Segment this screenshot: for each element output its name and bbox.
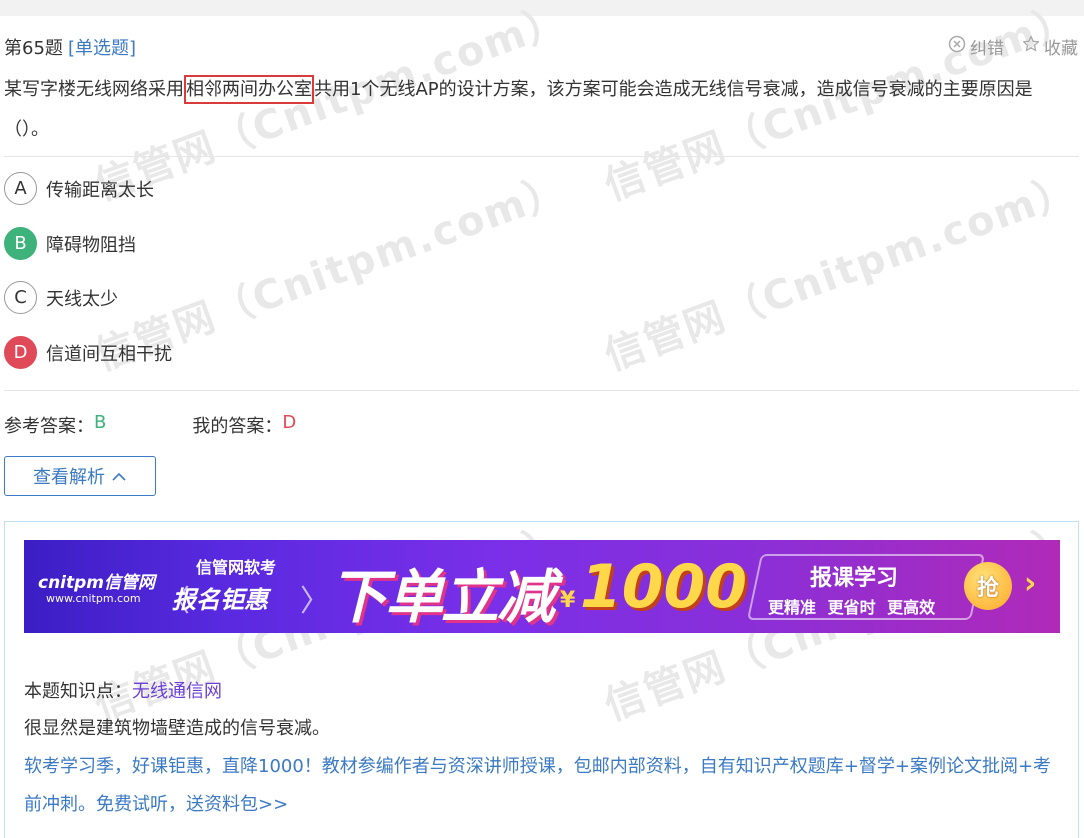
option-d[interactable]: D 信道间互相干扰 xyxy=(4,336,172,369)
option-c[interactable]: C 天线太少 xyxy=(4,281,118,314)
divider xyxy=(4,156,1079,157)
stem-highlight: 相邻两间办公室 xyxy=(184,75,314,104)
banner-url: www.cnitpm.com xyxy=(46,592,141,605)
banner-headline: 下单立减 xyxy=(329,563,555,631)
favorite-button[interactable]: 收藏 xyxy=(1022,34,1078,59)
banner-bracket-right-icon: 〉 xyxy=(300,584,330,619)
banner-grab-button[interactable]: 抢 xyxy=(964,562,1012,610)
explanation-text: 很显然是建筑物墙壁造成的信号衰减。 xyxy=(24,718,330,739)
report-error-button[interactable]: 纠错 xyxy=(948,34,1004,59)
option-a[interactable]: A 传输距离太长 xyxy=(4,172,154,205)
reference-answer-value: B xyxy=(94,412,107,433)
option-text: 信道间互相干扰 xyxy=(46,343,172,365)
my-answer-label: 我的答案： xyxy=(192,416,283,437)
report-error-label: 纠错 xyxy=(970,39,1004,59)
option-text: 障碍物阻挡 xyxy=(46,234,136,256)
report-error-icon xyxy=(948,35,966,58)
option-letter: A xyxy=(4,172,37,205)
question-header: 第65题 [单选题] 纠错 收藏 xyxy=(0,16,1084,74)
question-card: 第65题 [单选题] 纠错 收藏 某写字楼无线网络采用 相邻两间办公室 共用1个无线… xyxy=(0,16,1084,838)
question-type: [单选题] xyxy=(68,38,137,59)
knowledge-point-label: 本题知识点： xyxy=(24,681,132,702)
reference-answer-label: 参考答案： xyxy=(4,416,94,437)
my-answer-value: D xyxy=(282,412,297,433)
view-analysis-button[interactable]: 查看解析 xyxy=(4,456,156,496)
question-number: 第65题 xyxy=(4,38,63,59)
option-letter: C xyxy=(4,281,37,314)
banner-logo: cnitpm信管网 xyxy=(38,573,156,593)
favorite-label: 收藏 xyxy=(1044,39,1078,59)
knowledge-point-link[interactable]: 无线通信网 xyxy=(132,681,222,702)
option-text: 天线太少 xyxy=(46,288,118,310)
top-strip xyxy=(0,0,1084,16)
divider xyxy=(4,390,1079,391)
banner-sub-main: 报名钜惠 xyxy=(172,586,268,614)
option-text: 传输距离太长 xyxy=(46,179,154,201)
view-analysis-label: 查看解析 xyxy=(33,467,105,488)
question-stem: 某写字楼无线网络采用 相邻两间办公室 共用1个无线AP的设计方案，该方案可能会造成无… xyxy=(4,70,1076,150)
banner-currency: ¥ xyxy=(560,588,576,613)
promo-link[interactable]: 软考学习季，好课钜惠，直降1000！教材参编作者与资深讲师授课，包邮内部资料，自… xyxy=(24,748,1054,824)
watermark: 信管网（Cnitpm.com） xyxy=(598,165,1084,380)
star-icon xyxy=(1022,35,1040,58)
analysis-panel: cnitpm信管网 www.cnitpm.com 〈 信管网软考 报名钜惠 〉 … xyxy=(4,521,1079,838)
banner-subtitle: 信管网软考 xyxy=(196,558,277,577)
banner-right-subtitle: 更精准 更省时 更高效 xyxy=(768,598,936,617)
promo-banner[interactable]: cnitpm信管网 www.cnitpm.com 〈 信管网软考 报名钜惠 〉 … xyxy=(24,540,1060,633)
knowledge-point: 本题知识点：无线通信网 xyxy=(24,677,222,703)
chevron-up-icon xyxy=(111,466,127,487)
banner-right-title: 报课学习 xyxy=(810,566,899,591)
question-actions: 纠错 收藏 xyxy=(948,34,1078,59)
answer-summary: 参考答案： B 我的答案： D xyxy=(4,412,296,438)
option-letter-wrong: D xyxy=(4,336,37,369)
stem-text-before: 某写字楼无线网络采用 xyxy=(4,79,184,100)
chevron-right-icon: › xyxy=(1024,566,1037,601)
option-letter-correct: B xyxy=(4,227,37,260)
banner-amount: 1000 xyxy=(580,552,747,622)
option-b[interactable]: B 障碍物阻挡 xyxy=(4,227,136,260)
